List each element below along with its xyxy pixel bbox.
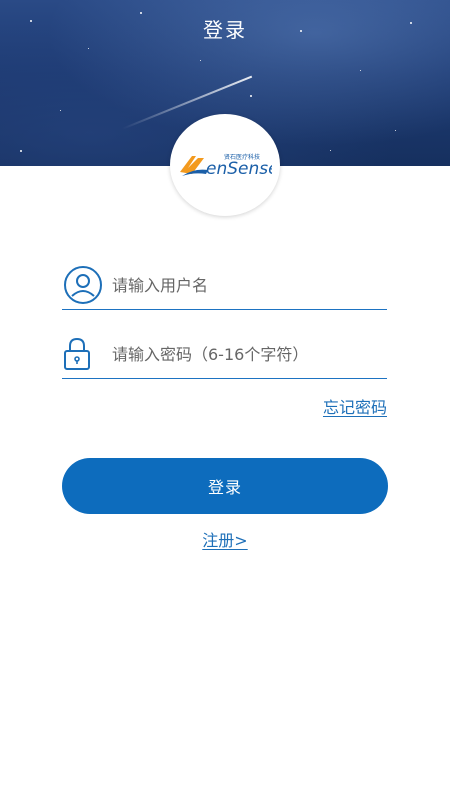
username-input[interactable] (112, 270, 382, 300)
username-field (62, 264, 387, 310)
page-title: 登录 (203, 18, 247, 42)
password-field (62, 333, 387, 379)
register-link[interactable]: 注册> (0, 527, 450, 551)
login-button[interactable]: 登录 (62, 458, 388, 514)
password-input[interactable] (112, 339, 382, 369)
logo-tagline: 贤石医疗科技 (224, 153, 260, 161)
lock-icon (64, 337, 90, 370)
user-icon (64, 266, 102, 304)
brand-logo: enSense 贤石医疗科技 (170, 114, 280, 216)
logo-brand-text: enSense (206, 159, 272, 179)
ensense-logo-icon: enSense 贤石医疗科技 (180, 153, 272, 179)
forgot-password-link[interactable]: 忘记密码 (323, 394, 387, 418)
